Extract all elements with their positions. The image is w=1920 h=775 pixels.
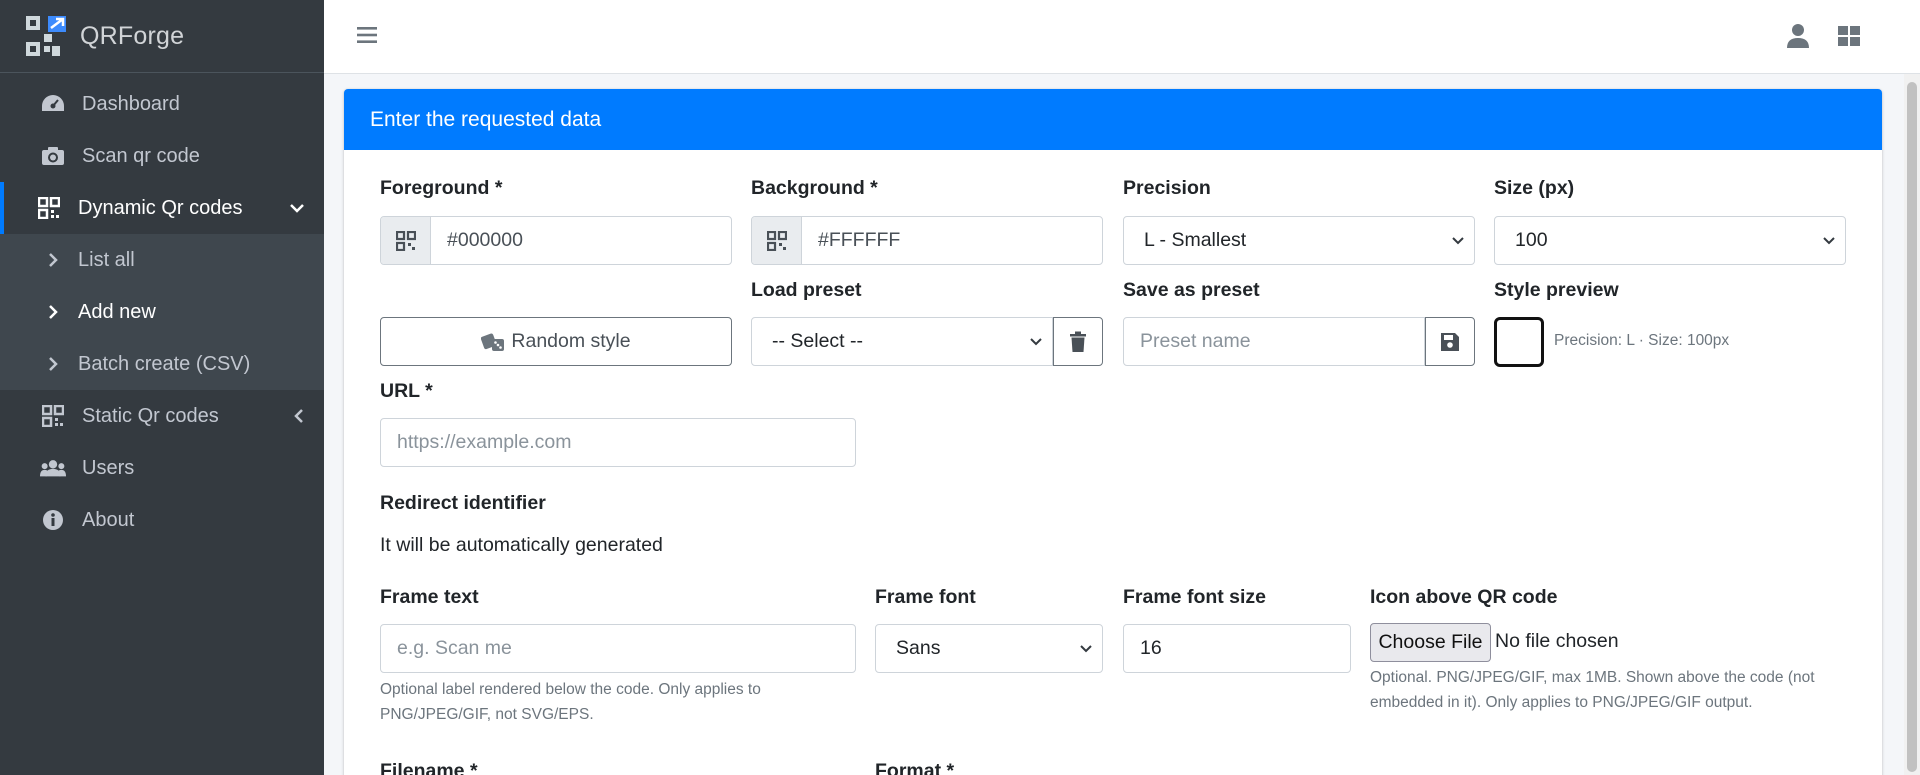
foreground-input[interactable]: #000000 bbox=[380, 216, 732, 265]
preset-name-placeholder: Preset name bbox=[1140, 330, 1251, 352]
chevron-down-icon bbox=[1080, 644, 1092, 653]
redirect-text: It will be automatically generated bbox=[380, 534, 663, 556]
sidebar-item-label: Dynamic Qr codes bbox=[78, 196, 243, 219]
load-preset-label: Load preset bbox=[751, 279, 862, 301]
frame-text-help-line2: PNG/JPEG/GIF, not SVG/EPS. bbox=[380, 706, 594, 723]
chevron-down-icon bbox=[290, 203, 304, 213]
sidebar-item-label: List all bbox=[78, 248, 135, 271]
icon-help-line1: Optional. PNG/JPEG/GIF, max 1MB. Shown a… bbox=[1370, 669, 1815, 686]
save-preset-label: Save as preset bbox=[1123, 279, 1260, 301]
apps-grid-icon[interactable] bbox=[1835, 22, 1863, 50]
sidebar-item-list-all[interactable]: List all bbox=[0, 234, 324, 286]
random-style-button[interactable]: Random style bbox=[380, 317, 732, 366]
load-preset-select[interactable]: -- Select -- bbox=[751, 317, 1053, 366]
style-preview-label: Style preview bbox=[1494, 279, 1619, 301]
dashboard-icon bbox=[40, 91, 66, 117]
sidebar-item-label: Dashboard bbox=[82, 92, 180, 115]
frame-text-placeholder: e.g. Scan me bbox=[397, 637, 512, 659]
filename-label: Filename * bbox=[380, 760, 478, 775]
size-label: Size (px) bbox=[1494, 177, 1575, 199]
frame-text-help-line1: Optional label rendered below the code. … bbox=[380, 681, 761, 698]
chevron-left-icon bbox=[294, 409, 304, 423]
chevron-down-icon bbox=[1452, 236, 1464, 245]
save-preset-button[interactable] bbox=[1425, 317, 1475, 366]
save-icon bbox=[1441, 332, 1459, 351]
brand[interactable]: QRForge bbox=[0, 0, 324, 73]
dice-icon bbox=[481, 333, 505, 351]
qrcode-icon bbox=[36, 195, 62, 221]
frame-font-select[interactable]: Sans bbox=[875, 624, 1103, 673]
style-preview-caption: Precision: L · Size: 100px bbox=[1554, 332, 1730, 349]
qrforge-logo-icon bbox=[26, 16, 66, 56]
frame-font-value: Sans bbox=[896, 637, 941, 659]
info-icon bbox=[40, 507, 66, 533]
qrcode-icon bbox=[40, 403, 66, 429]
page-scrollbar[interactable] bbox=[1904, 74, 1920, 775]
choose-file-button[interactable]: Choose File bbox=[1370, 623, 1491, 662]
sidebar-item-add-new[interactable]: Add new bbox=[0, 286, 324, 338]
sidebar: QRForge Dashboard Scan qr code Dynamic Q… bbox=[0, 0, 324, 775]
trash-icon bbox=[1070, 331, 1086, 352]
frame-font-size-value: 16 bbox=[1140, 637, 1162, 659]
random-style-label: Random style bbox=[511, 330, 631, 352]
chevron-right-icon bbox=[44, 247, 62, 273]
background-label: Background * bbox=[751, 177, 878, 199]
chevron-down-icon bbox=[1823, 236, 1835, 245]
foreground-value: #000000 bbox=[447, 229, 523, 251]
sidebar-item-scan[interactable]: Scan qr code bbox=[0, 130, 324, 182]
sidebar-item-users[interactable]: Users bbox=[0, 442, 324, 494]
frame-font-size-input[interactable]: 16 bbox=[1123, 624, 1351, 673]
menu-toggle-icon[interactable] bbox=[354, 22, 380, 48]
url-label: URL * bbox=[380, 380, 433, 402]
chevron-right-icon bbox=[44, 351, 62, 377]
file-status: No file chosen bbox=[1495, 630, 1619, 652]
sidebar-item-label: Users bbox=[82, 456, 135, 479]
sidebar-item-label: Static Qr codes bbox=[82, 404, 219, 427]
background-value: #FFFFFF bbox=[818, 229, 901, 251]
precision-label: Precision bbox=[1123, 177, 1211, 199]
user-icon[interactable] bbox=[1784, 22, 1812, 50]
style-preview-box bbox=[1494, 317, 1544, 367]
size-select[interactable]: 100 bbox=[1494, 216, 1846, 265]
sidebar-item-batch-create[interactable]: Batch create (CSV) bbox=[0, 338, 324, 390]
top-navbar bbox=[324, 0, 1920, 74]
foreground-label: Foreground * bbox=[380, 177, 503, 199]
scrollbar-thumb[interactable] bbox=[1907, 82, 1917, 772]
url-placeholder: https://example.com bbox=[397, 431, 572, 453]
url-input[interactable]: https://example.com bbox=[380, 418, 856, 467]
dynamic-qr-submenu: List all Add new Batch create (CSV) bbox=[0, 234, 324, 390]
preset-name-input[interactable]: Preset name bbox=[1123, 317, 1425, 366]
card-title: Enter the requested data bbox=[344, 89, 1882, 150]
users-icon bbox=[40, 455, 66, 481]
chevron-right-icon bbox=[44, 299, 62, 325]
format-label: Format * bbox=[875, 760, 955, 775]
chevron-down-icon bbox=[1030, 337, 1042, 346]
camera-icon bbox=[40, 143, 66, 169]
sidebar-item-dynamic-qr[interactable]: Dynamic Qr codes bbox=[0, 182, 324, 234]
qrcode-icon bbox=[752, 217, 802, 264]
size-value: 100 bbox=[1515, 229, 1548, 251]
precision-value: L - Smallest bbox=[1144, 229, 1247, 251]
sidebar-item-label: Scan qr code bbox=[82, 144, 200, 167]
sidebar-item-label: Add new bbox=[78, 300, 156, 323]
app-name: QRForge bbox=[80, 21, 185, 50]
frame-font-label: Frame font bbox=[875, 586, 976, 608]
frame-font-size-label: Frame font size bbox=[1123, 586, 1267, 608]
delete-preset-button[interactable] bbox=[1053, 317, 1103, 366]
sidebar-item-label: Batch create (CSV) bbox=[78, 352, 251, 375]
precision-select[interactable]: L - Smallest bbox=[1123, 216, 1475, 265]
sidebar-item-static-qr[interactable]: Static Qr codes bbox=[0, 390, 324, 442]
icon-help-line2: embedded in it). Only applies to PNG/JPE… bbox=[1370, 694, 1753, 711]
redirect-label: Redirect identifier bbox=[380, 492, 546, 514]
load-preset-value: -- Select -- bbox=[772, 330, 864, 352]
qrcode-icon bbox=[381, 217, 431, 264]
frame-text-label: Frame text bbox=[380, 586, 479, 608]
sidebar-nav: Dashboard Scan qr code Dynamic Qr codes … bbox=[0, 78, 324, 546]
sidebar-item-label: About bbox=[82, 508, 135, 531]
sidebar-item-about[interactable]: About bbox=[0, 494, 324, 546]
sidebar-item-dashboard[interactable]: Dashboard bbox=[0, 78, 324, 130]
frame-text-input[interactable]: e.g. Scan me bbox=[380, 624, 856, 673]
icon-label: Icon above QR code bbox=[1370, 586, 1558, 608]
background-input[interactable]: #FFFFFF bbox=[751, 216, 1103, 265]
